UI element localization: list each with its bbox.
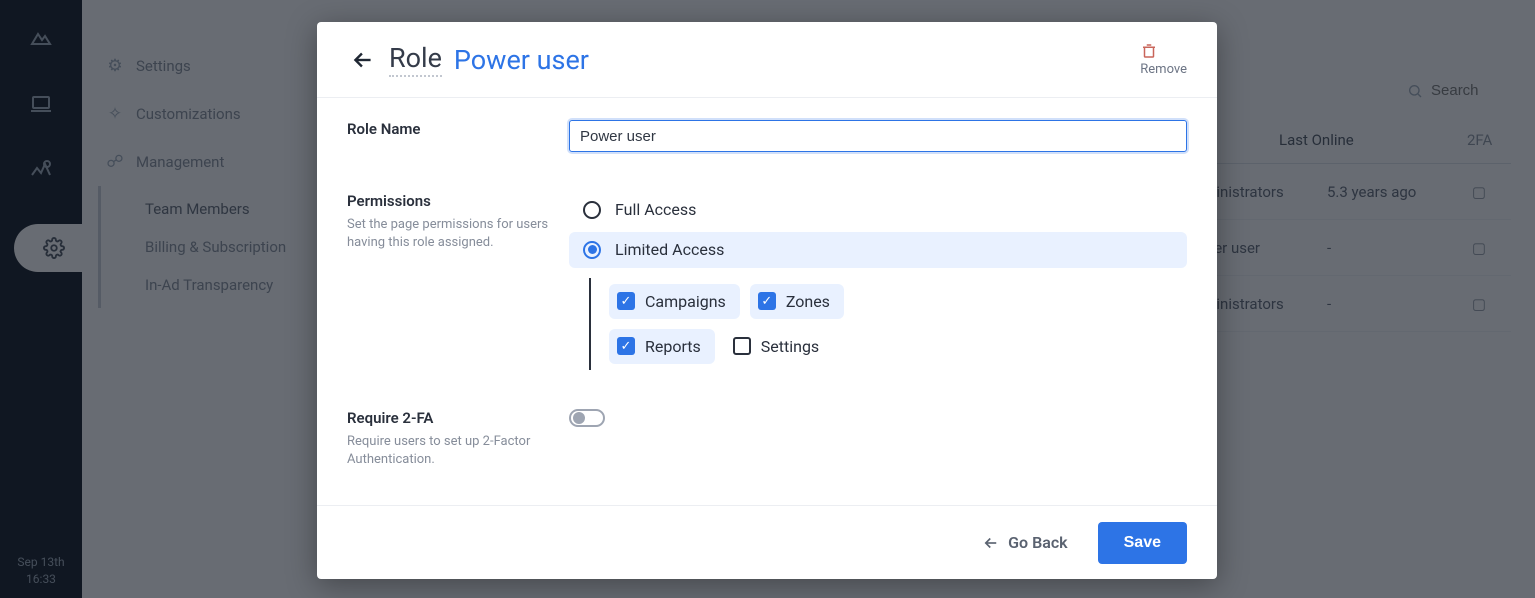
go-back-label: Go Back [1008,533,1067,552]
radio-label: Full Access [615,200,696,219]
go-back-button[interactable]: Go Back [982,533,1067,552]
radio-limited-access[interactable]: Limited Access [569,232,1187,268]
role-name-label: Role Name [347,120,569,166]
remove-label: Remove [1140,62,1187,77]
twofa-help: Require users to set up 2-Factor Authent… [347,433,569,469]
checkbox-icon: ✓ [617,292,635,310]
radio-icon [583,201,601,219]
role-name-input[interactable] [569,120,1187,152]
checkbox-icon: ✓ [617,337,635,355]
chip-label: Reports [645,337,701,356]
trash-icon [1140,42,1187,60]
chip-settings[interactable]: Settings [725,329,833,364]
chip-label: Campaigns [645,292,726,311]
save-button[interactable]: Save [1098,522,1187,564]
modal-footer: Go Back Save [317,505,1217,579]
chip-label: Settings [761,337,819,356]
modal-header: Role Power user Remove [317,22,1217,98]
checkbox-icon [733,337,751,355]
modal-title: Role [389,42,442,77]
chip-zones[interactable]: ✓ Zones [750,284,844,319]
permissions-help: Set the page permissions for users havin… [347,216,569,252]
permissions-label: Permissions [347,192,569,210]
chip-reports[interactable]: ✓ Reports [609,329,715,364]
checkbox-icon: ✓ [758,292,776,310]
twofa-label: Require 2-FA [347,409,569,427]
chip-campaigns[interactable]: ✓ Campaigns [609,284,740,319]
twofa-toggle[interactable] [569,409,605,427]
radio-full-access[interactable]: Full Access [569,192,1187,228]
permission-chips: ✓ Campaigns ✓ Zones ✓ Reports Settings [589,278,889,370]
modal-body: Role Name Permissions Set the page permi… [317,98,1217,505]
chip-label: Zones [786,292,830,311]
back-button[interactable] [347,44,379,76]
radio-icon [583,241,601,259]
modal-subtitle: Power user [454,44,589,76]
remove-button[interactable]: Remove [1140,42,1187,77]
radio-label: Limited Access [615,240,724,259]
edit-role-modal: Role Power user Remove Role Name Permiss… [317,22,1217,579]
